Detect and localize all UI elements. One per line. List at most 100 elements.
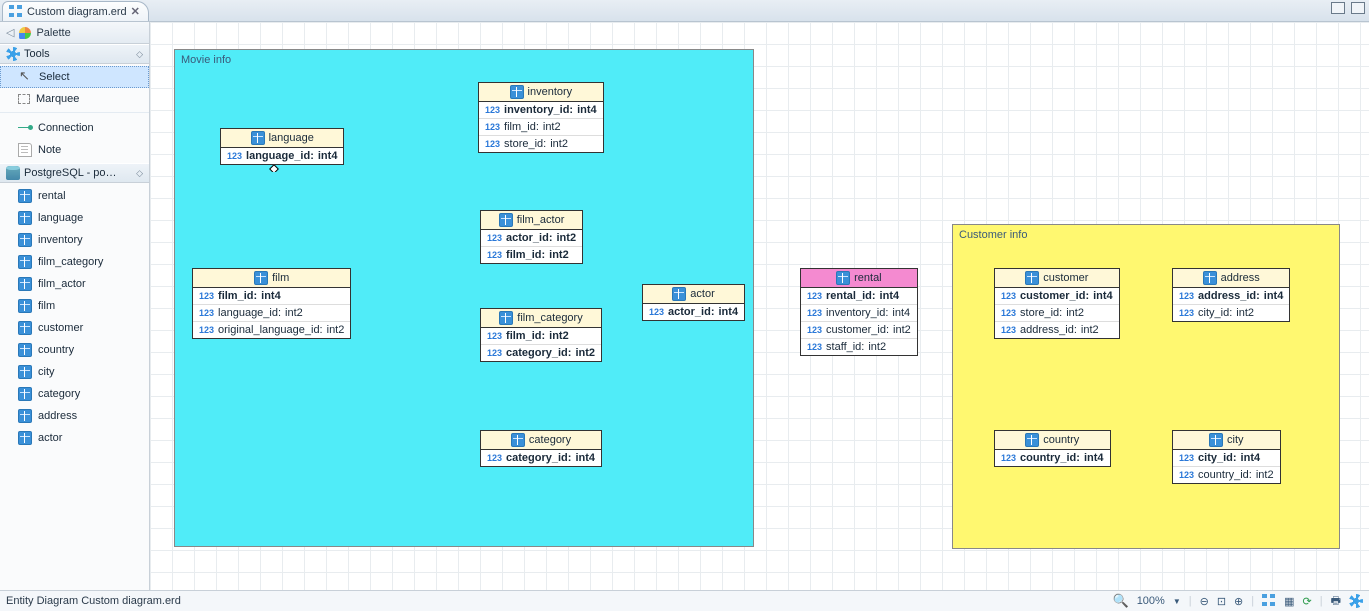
table-icon bbox=[1209, 433, 1223, 447]
column-film_id[interactable]: 123film_id: int2 bbox=[479, 119, 603, 136]
tool-marquee[interactable]: Marquee bbox=[0, 88, 149, 110]
entity-address[interactable]: address123address_id: int4123city_id: in… bbox=[1172, 268, 1290, 322]
palette-table-inventory[interactable]: inventory bbox=[0, 229, 149, 251]
entity-rental[interactable]: rental123rental_id: int4123inventory_id:… bbox=[800, 268, 918, 356]
column-customer_id[interactable]: 123customer_id: int2 bbox=[801, 322, 917, 339]
column-staff_id[interactable]: 123staff_id: int2 bbox=[801, 339, 917, 355]
palette-table-film[interactable]: film bbox=[0, 295, 149, 317]
palette-table-country[interactable]: country bbox=[0, 339, 149, 361]
entity-header[interactable]: rental bbox=[801, 269, 917, 288]
palette-table-rental[interactable]: rental bbox=[0, 185, 149, 207]
palette-table-address[interactable]: address bbox=[0, 405, 149, 427]
entity-header[interactable]: actor bbox=[643, 285, 744, 304]
entity-header[interactable]: category bbox=[481, 431, 601, 450]
column-category_id[interactable]: 123category_id: int4 bbox=[481, 450, 601, 466]
column-actor_id[interactable]: 123actor_id: int2 bbox=[481, 230, 582, 247]
entity-language[interactable]: language123language_id: int4 bbox=[220, 128, 344, 165]
back-icon[interactable]: ◁ bbox=[6, 26, 14, 39]
entity-header[interactable]: country bbox=[995, 431, 1110, 450]
entity-customer[interactable]: customer123customer_id: int4123store_id:… bbox=[994, 268, 1120, 339]
entity-city[interactable]: city123city_id: int4123country_id: int2 bbox=[1172, 430, 1281, 484]
column-address_id[interactable]: 123address_id: int2 bbox=[995, 322, 1119, 338]
collapse-icon[interactable]: ◇ bbox=[136, 168, 143, 179]
palette-table-actor[interactable]: actor bbox=[0, 427, 149, 449]
column-city_id[interactable]: 123city_id: int4 bbox=[1173, 450, 1280, 467]
zoom-out-button[interactable]: ⊖ bbox=[1200, 595, 1209, 608]
export-icon[interactable]: 🖶 bbox=[1331, 592, 1341, 611]
diagram-canvas[interactable]: Movie info Customer info bbox=[150, 22, 1369, 590]
entity-category[interactable]: category123category_id: int4 bbox=[480, 430, 602, 467]
entity-header[interactable]: film_category bbox=[481, 309, 601, 328]
grid-icon[interactable]: ▦ bbox=[1284, 595, 1294, 608]
column-film_id[interactable]: 123film_id: int2 bbox=[481, 328, 601, 345]
palette-title: Palette bbox=[36, 27, 70, 39]
column-film_id[interactable]: 123film_id: int4 bbox=[193, 288, 350, 305]
palette-table-city[interactable]: city bbox=[0, 361, 149, 383]
palette-table-category[interactable]: category bbox=[0, 383, 149, 405]
settings-icon[interactable] bbox=[1349, 594, 1363, 608]
entity-film[interactable]: film123film_id: int4123language_id: int2… bbox=[192, 268, 351, 339]
section-postgresql[interactable]: PostgreSQL - post... ◇ bbox=[0, 163, 149, 183]
table-icon bbox=[18, 431, 32, 445]
collapse-icon[interactable]: ◇ bbox=[136, 49, 143, 60]
int-type-icon: 123 bbox=[1001, 291, 1016, 301]
column-language_id[interactable]: 123language_id: int2 bbox=[193, 305, 350, 322]
entity-header[interactable]: city bbox=[1173, 431, 1280, 450]
tool-note[interactable]: Note bbox=[0, 139, 149, 161]
int-type-icon: 123 bbox=[1001, 308, 1016, 318]
entity-film_actor[interactable]: film_actor123actor_id: int2123film_id: i… bbox=[480, 210, 583, 264]
palette-table-film_actor[interactable]: film_actor bbox=[0, 273, 149, 295]
zoom-tool-icon[interactable]: 🔍 bbox=[1113, 593, 1129, 609]
chevron-down-icon[interactable]: ▼ bbox=[1173, 597, 1181, 606]
column-store_id[interactable]: 123store_id: int2 bbox=[995, 305, 1119, 322]
tab-custom-diagram[interactable]: Custom diagram.erd ✕ bbox=[2, 1, 149, 21]
entity-inventory[interactable]: inventory123inventory_id: int4123film_id… bbox=[478, 82, 604, 153]
column-store_id[interactable]: 123store_id: int2 bbox=[479, 136, 603, 152]
column-inventory_id[interactable]: 123inventory_id: int4 bbox=[479, 102, 603, 119]
column-rental_id[interactable]: 123rental_id: int4 bbox=[801, 288, 917, 305]
group-label: Movie info bbox=[181, 54, 231, 66]
entity-header[interactable]: film_actor bbox=[481, 211, 582, 230]
table-icon bbox=[18, 343, 32, 357]
palette-header[interactable]: ◁ Palette bbox=[0, 22, 149, 44]
maximize-button[interactable] bbox=[1351, 2, 1365, 14]
tool-select[interactable]: Select bbox=[0, 66, 149, 88]
int-type-icon: 123 bbox=[487, 348, 502, 358]
refresh-icon[interactable]: ⟳ bbox=[1303, 595, 1312, 608]
column-address_id[interactable]: 123address_id: int4 bbox=[1173, 288, 1289, 305]
close-icon[interactable]: ✕ bbox=[131, 5, 140, 18]
zoom-level[interactable]: 100% bbox=[1137, 595, 1165, 607]
zoom-in-button[interactable]: ⊕ bbox=[1234, 595, 1243, 608]
column-country_id[interactable]: 123country_id: int2 bbox=[1173, 467, 1280, 483]
column-customer_id[interactable]: 123customer_id: int4 bbox=[995, 288, 1119, 305]
column-original_language_id[interactable]: 123original_language_id: int2 bbox=[193, 322, 350, 338]
tool-connection[interactable]: Connection bbox=[0, 117, 149, 139]
table-icon bbox=[18, 365, 32, 379]
palette-table-language[interactable]: language bbox=[0, 207, 149, 229]
entity-film_category[interactable]: film_category123film_id: int2123category… bbox=[480, 308, 602, 362]
palette-table-customer[interactable]: customer bbox=[0, 317, 149, 339]
section-tools[interactable]: Tools ◇ bbox=[0, 44, 149, 64]
zoom-fit-button[interactable]: ⊡ bbox=[1217, 595, 1226, 608]
entity-country[interactable]: country123country_id: int4 bbox=[994, 430, 1111, 467]
int-type-icon: 123 bbox=[807, 291, 822, 301]
minimize-button[interactable] bbox=[1331, 2, 1345, 14]
column-language_id[interactable]: 123language_id: int4 bbox=[221, 148, 343, 164]
table-icon bbox=[499, 213, 513, 227]
entity-header[interactable]: customer bbox=[995, 269, 1119, 288]
column-actor_id[interactable]: 123actor_id: int4 bbox=[643, 304, 744, 320]
palette-panel: ◁ Palette Tools ◇ SelectMarquee Connecti… bbox=[0, 22, 150, 590]
layout-icon[interactable] bbox=[1262, 594, 1276, 608]
entity-header[interactable]: film bbox=[193, 269, 350, 288]
column-country_id[interactable]: 123country_id: int4 bbox=[995, 450, 1110, 466]
column-inventory_id[interactable]: 123inventory_id: int4 bbox=[801, 305, 917, 322]
note-icon bbox=[18, 143, 32, 157]
entity-header[interactable]: address bbox=[1173, 269, 1289, 288]
entity-header[interactable]: language bbox=[221, 129, 343, 148]
entity-header[interactable]: inventory bbox=[479, 83, 603, 102]
column-category_id[interactable]: 123category_id: int2 bbox=[481, 345, 601, 361]
palette-table-film_category[interactable]: film_category bbox=[0, 251, 149, 273]
entity-actor[interactable]: actor123actor_id: int4 bbox=[642, 284, 745, 321]
column-film_id[interactable]: 123film_id: int2 bbox=[481, 247, 582, 263]
column-city_id[interactable]: 123city_id: int2 bbox=[1173, 305, 1289, 321]
